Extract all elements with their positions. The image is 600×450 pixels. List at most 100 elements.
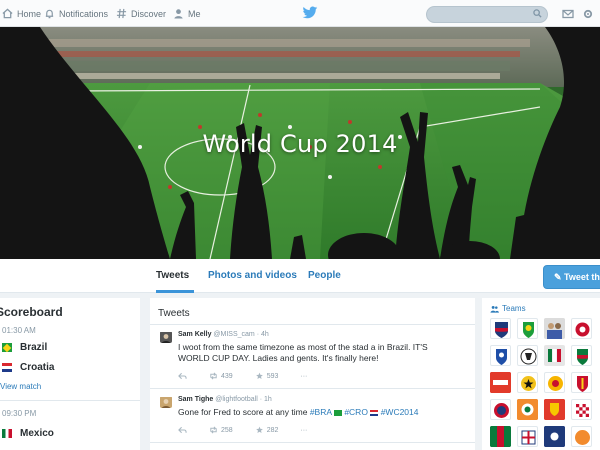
twitter-bird-icon[interactable] [302, 6, 318, 20]
tab-photos-and-videos[interactable]: Photos and videos [208, 259, 297, 293]
reply-icon [178, 372, 187, 380]
hashtag-wc2014[interactable]: #WC2014 [381, 407, 419, 417]
team-crest-belgium[interactable] [571, 372, 592, 393]
team-crest-ghana[interactable] [517, 372, 538, 393]
more-button[interactable]: ··· [300, 373, 307, 380]
favorite-button[interactable]: 282 [255, 426, 278, 434]
nav-me-label: Me [188, 8, 201, 19]
tweet-author[interactable]: Sam Tighe [178, 396, 213, 403]
tab-people[interactable]: People [308, 259, 341, 293]
retweet-button[interactable]: 258 [209, 426, 233, 434]
reply-button[interactable] [178, 372, 187, 380]
tweets-timeline: Tweets Sam Kelly @MISS_cam · 4h I woot f… [150, 298, 475, 450]
tweet-meta: Sam Tighe @lightfootball · 1h [178, 396, 272, 403]
team-crest-brazil[interactable] [517, 318, 538, 339]
tweet-meta: Sam Kelly @MISS_cam · 4h [178, 331, 269, 338]
match-time: 01:30 AM [2, 326, 36, 335]
germany-crest-icon [520, 348, 537, 365]
retweet-icon [210, 372, 217, 380]
view-match-link[interactable]: View match [0, 382, 41, 391]
mexico-crest-icon [577, 349, 588, 365]
belgium-crest-icon [577, 376, 588, 392]
team-name: Mexico [20, 428, 54, 439]
brazil-flag-icon [333, 409, 342, 416]
tweet-text: I woot from the same timezone as most of… [178, 342, 428, 363]
tweet-handle[interactable]: @lightfootball · 1h [215, 396, 272, 403]
nav-home[interactable]: Home [2, 0, 41, 27]
tweets-header: Tweets [158, 308, 190, 319]
croatia-flag-icon [370, 409, 379, 416]
team-row-brazil[interactable]: Brazil [2, 342, 47, 353]
brazil-crest-icon [523, 322, 534, 338]
match-time: 09:30 PM [2, 409, 37, 418]
teams-header-label: Teams [502, 304, 526, 313]
nav-me[interactable]: Me [173, 0, 201, 27]
tweet-this-label: Tweet this [564, 272, 600, 282]
retweet-button[interactable]: 439 [209, 372, 233, 380]
team-crest-mexico[interactable] [571, 345, 592, 366]
team-crest-usa[interactable] [490, 318, 511, 339]
hash-icon [116, 8, 127, 19]
team-crest-england[interactable] [517, 426, 538, 447]
top-nav: Home Notifications Discover Me [0, 0, 600, 27]
nav-notifications[interactable]: Notifications [44, 0, 108, 27]
teams-header[interactable]: Teams [490, 304, 526, 313]
settings-icon[interactable] [582, 8, 594, 20]
team-crest-italy[interactable] [544, 345, 565, 366]
team-crest-korea[interactable] [490, 345, 511, 366]
nav-discover[interactable]: Discover [116, 0, 166, 27]
red-crest-icon [490, 372, 511, 393]
team-crest-cameroon[interactable] [490, 426, 511, 447]
france-crest-icon [544, 426, 565, 447]
search-input[interactable] [426, 6, 548, 23]
tweet-text: Gone for Fred to score at any time #BRA … [178, 407, 458, 418]
retweet-icon [210, 426, 217, 434]
team-crest-germany[interactable] [517, 345, 538, 366]
croatia-flag-icon [2, 363, 12, 372]
cameroon-crest-icon [490, 426, 511, 447]
team-crest-red[interactable] [490, 372, 511, 393]
team-crest-ivory-coast[interactable] [517, 399, 538, 420]
tweet-handle[interactable]: @MISS_cam [213, 331, 254, 338]
korea-crest-icon [496, 349, 507, 365]
search-icon[interactable] [533, 9, 542, 18]
tab-bar: Tweets Photos and videos People ✎ Tweet … [0, 259, 600, 293]
hero-title: World Cup 2014 [202, 130, 398, 158]
usa-crest-icon [495, 322, 508, 338]
team-crest-netherlands[interactable] [571, 426, 592, 447]
tweet-this-button[interactable]: ✎ Tweet this [543, 265, 600, 289]
team-crest-japan[interactable] [571, 318, 592, 339]
favorite-button[interactable]: 593 [255, 372, 278, 380]
team-name: Brazil [20, 342, 48, 353]
nav-home-label: Home [17, 8, 42, 19]
reply-icon [178, 426, 187, 434]
tab-tweets[interactable]: Tweets [156, 259, 194, 293]
more-button[interactable]: ··· [300, 427, 307, 434]
team-crest-spain[interactable] [544, 399, 565, 420]
tweet-time[interactable]: · 4h [257, 331, 269, 338]
team-crest-costa-rica[interactable] [490, 399, 511, 420]
tweet-text-body: Gone for Fred to score at any time [178, 407, 310, 417]
star-icon [255, 426, 263, 434]
team-crest-yellow[interactable] [544, 372, 565, 393]
hashtag-bra[interactable]: #BRA [310, 407, 332, 417]
team-name: Croatia [20, 362, 55, 373]
team-crest-croatia[interactable] [571, 399, 592, 420]
header-banner: World Cup 2014 [0, 27, 600, 259]
team-crest-france[interactable] [544, 426, 565, 447]
team-row-croatia[interactable]: Croatia [2, 362, 54, 373]
team-photo[interactable] [544, 318, 565, 339]
netherlands-crest-icon [575, 430, 590, 445]
tweet-author[interactable]: Sam Kelly [178, 331, 211, 338]
hashtag-cro[interactable]: #CRO [344, 407, 368, 417]
avatar [160, 396, 172, 408]
tweet-actions: 258 282 ··· [178, 426, 329, 434]
messages-icon[interactable] [562, 8, 574, 20]
players-photo-icon [544, 318, 565, 339]
reply-button[interactable] [178, 426, 187, 434]
teams-panel: Teams [482, 298, 600, 450]
team-row-mexico[interactable]: Mexico [2, 428, 54, 439]
nav-notifications-label: Notifications [59, 8, 109, 19]
italy-crest-icon [548, 349, 561, 362]
mexico-flag-icon [2, 429, 12, 438]
